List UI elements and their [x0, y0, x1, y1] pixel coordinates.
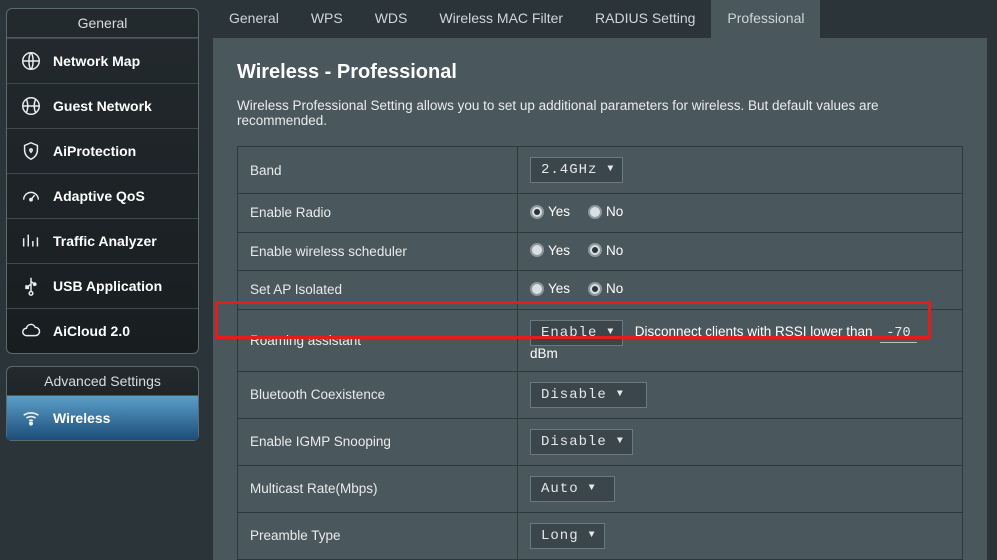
- sidebar-item-usb-application[interactable]: USB Application: [7, 263, 198, 308]
- sidebar-item-network-map[interactable]: Network Map: [7, 38, 198, 83]
- sidebar-advanced-heading: Advanced Settings: [7, 367, 198, 396]
- roaming-select[interactable]: Enable ▼: [530, 320, 623, 346]
- row-enable-scheduler: Enable wireless scheduler Yes No: [238, 232, 963, 271]
- radio-icon: [530, 282, 544, 296]
- row-preamble-type: Preamble Type Long ▼: [238, 512, 963, 559]
- radio-icon: [588, 282, 602, 296]
- globe-icon: [19, 49, 43, 73]
- band-select[interactable]: 2.4GHz ▼: [530, 157, 623, 183]
- usb-icon: [19, 274, 43, 298]
- tab-professional[interactable]: Professional: [711, 0, 820, 38]
- tab-wireless-mac-filter[interactable]: Wireless MAC Filter: [423, 0, 579, 38]
- tab-general[interactable]: General: [213, 0, 295, 38]
- tab-radius-setting[interactable]: RADIUS Setting: [579, 0, 711, 38]
- sidebar-item-guest-network[interactable]: Guest Network: [7, 83, 198, 128]
- shield-icon: [19, 139, 43, 163]
- sidebar-item-label: USB Application: [53, 278, 162, 294]
- enable-radio-no[interactable]: No: [588, 204, 623, 219]
- row-label: Enable wireless scheduler: [238, 232, 518, 271]
- analytics-icon: [19, 229, 43, 253]
- sidebar-item-label: AiCloud 2.0: [53, 323, 130, 339]
- settings-table: Band 2.4GHz ▼ Enable Radio Yes No: [237, 146, 963, 560]
- select-value: Disable: [541, 387, 607, 403]
- gauge-icon: [19, 184, 43, 208]
- unit-dbm: dBm: [530, 346, 558, 361]
- roaming-hint-text: Disconnect clients with RSSI lower than: [635, 324, 873, 339]
- radio-icon: [530, 205, 544, 219]
- sidebar-item-label: AiProtection: [53, 143, 136, 159]
- ap-isolated-yes[interactable]: Yes: [530, 281, 570, 296]
- preamble-select[interactable]: Long ▼: [530, 523, 605, 549]
- enable-radio-yes[interactable]: Yes: [530, 204, 570, 219]
- row-bluetooth-coexistence: Bluetooth Coexistence Disable ▼: [238, 371, 963, 418]
- sidebar-item-aicloud[interactable]: AiCloud 2.0: [7, 308, 198, 353]
- bluetooth-select[interactable]: Disable ▼: [530, 382, 647, 408]
- chevron-down-icon: ▼: [589, 531, 596, 541]
- row-igmp-snooping: Enable IGMP Snooping Disable ▼: [238, 418, 963, 465]
- sidebar-general-panel: General Network Map Guest Network AiProt…: [6, 8, 199, 354]
- scheduler-no[interactable]: No: [588, 243, 623, 258]
- row-label: Set AP Isolated: [238, 271, 518, 310]
- scheduler-yes[interactable]: Yes: [530, 243, 570, 258]
- wifi-icon: [19, 406, 43, 430]
- sidebar-item-label: Adaptive QoS: [53, 188, 145, 204]
- page-title: Wireless - Professional: [237, 61, 963, 84]
- row-enable-radio: Enable Radio Yes No: [238, 194, 963, 233]
- row-label: Multicast Rate(Mbps): [238, 465, 518, 512]
- row-label: Band: [238, 147, 518, 194]
- content-panel: Wireless - Professional Wireless Profess…: [213, 39, 987, 560]
- chevron-down-icon: ▼: [607, 165, 614, 175]
- globe-icon: [19, 94, 43, 118]
- sidebar-item-wireless[interactable]: Wireless: [7, 396, 198, 440]
- radio-icon: [588, 205, 602, 219]
- select-value: Enable: [541, 325, 597, 341]
- igmp-select[interactable]: Disable ▼: [530, 429, 633, 455]
- sidebar-advanced-panel: Advanced Settings Wireless: [6, 366, 199, 441]
- select-value: Disable: [541, 434, 607, 450]
- row-roaming-assistant: Roaming assistant Enable ▼ Disconnect cl…: [238, 309, 963, 371]
- tab-wds[interactable]: WDS: [359, 0, 424, 38]
- page-description: Wireless Professional Setting allows you…: [237, 98, 963, 128]
- sidebar-item-aiprotection[interactable]: AiProtection: [7, 128, 198, 173]
- radio-icon: [588, 243, 602, 257]
- sidebar-general-heading: General: [7, 9, 198, 38]
- tab-bar: General WPS WDS Wireless MAC Filter RADI…: [213, 0, 987, 39]
- select-value: Long: [541, 528, 579, 544]
- chevron-down-icon: ▼: [617, 390, 624, 400]
- sidebar-item-traffic-analyzer[interactable]: Traffic Analyzer: [7, 218, 198, 263]
- row-label: Preamble Type: [238, 512, 518, 559]
- row-multicast-rate: Multicast Rate(Mbps) Auto ▼: [238, 465, 963, 512]
- row-ap-isolated: Set AP Isolated Yes No: [238, 271, 963, 310]
- row-label: Enable IGMP Snooping: [238, 418, 518, 465]
- sidebar-item-label: Guest Network: [53, 98, 152, 114]
- row-band: Band 2.4GHz ▼: [238, 147, 963, 194]
- row-label: Bluetooth Coexistence: [238, 371, 518, 418]
- multicast-select[interactable]: Auto ▼: [530, 476, 615, 502]
- tab-wps[interactable]: WPS: [295, 0, 359, 38]
- radio-icon: [530, 243, 544, 257]
- chevron-down-icon: ▼: [607, 328, 614, 338]
- sidebar-item-adaptive-qos[interactable]: Adaptive QoS: [7, 173, 198, 218]
- cloud-icon: [19, 319, 43, 343]
- sidebar-item-label: Wireless: [53, 410, 110, 426]
- chevron-down-icon: ▼: [617, 437, 624, 447]
- sidebar-item-label: Traffic Analyzer: [53, 233, 157, 249]
- select-value: 2.4GHz: [541, 162, 597, 178]
- row-label: Roaming assistant: [238, 309, 518, 371]
- roaming-rssi-input[interactable]: -70: [880, 325, 916, 343]
- row-label: Enable Radio: [238, 194, 518, 233]
- ap-isolated-no[interactable]: No: [588, 281, 623, 296]
- chevron-down-icon: ▼: [589, 484, 596, 494]
- select-value: Auto: [541, 481, 579, 497]
- sidebar-item-label: Network Map: [53, 53, 140, 69]
